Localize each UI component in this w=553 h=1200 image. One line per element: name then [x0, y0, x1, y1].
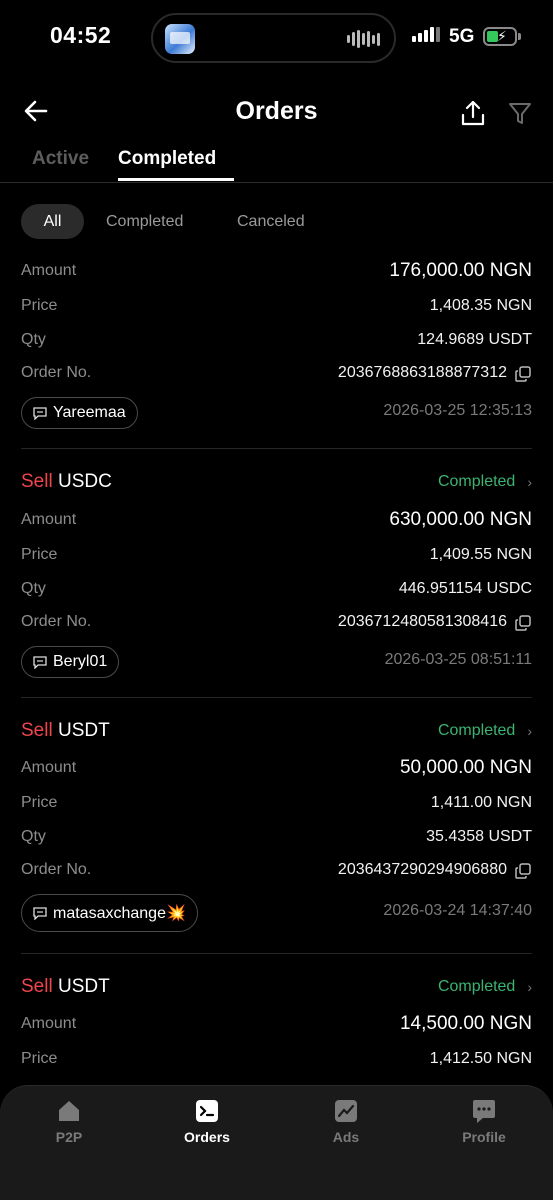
price-label: Price	[21, 1050, 58, 1067]
order-date: 2026-03-24 14:37:40	[383, 902, 532, 919]
bottom-nav: P2P Orders Ads Profile	[0, 1085, 553, 1200]
chevron-right-icon: ›	[527, 474, 532, 490]
nav-p2p[interactable]: P2P	[29, 1098, 109, 1145]
merchant-chat-button[interactable]: Yareemaa	[21, 397, 138, 429]
price-label: Price	[21, 546, 58, 563]
copy-icon[interactable]	[515, 366, 531, 382]
tab-underline	[118, 178, 234, 181]
copy-icon[interactable]	[515, 863, 531, 879]
order-amount: 630,000.00 NGN	[389, 509, 532, 530]
order-side[interactable]: Sell USDT	[21, 720, 110, 742]
ads-chart-icon	[335, 1100, 357, 1122]
chevron-right-icon: ›	[527, 979, 532, 995]
chat-icon	[33, 655, 47, 669]
merchant-name: matasaxchange💥	[53, 905, 186, 922]
tab-active[interactable]: Active	[32, 148, 89, 170]
qty-label: Qty	[21, 580, 46, 597]
tab-completed[interactable]: Completed	[118, 148, 216, 170]
order-no-label: Order No.	[21, 861, 92, 878]
side-label: Sell	[21, 471, 53, 492]
order-number: 2036768863188877312	[337, 364, 507, 381]
order-divider	[21, 448, 532, 449]
asset-label: USDT	[57, 976, 110, 997]
merchant-chat-button[interactable]: Beryl01	[21, 646, 120, 678]
profile-chat-icon	[473, 1100, 495, 1123]
status-label: Completed	[437, 473, 516, 490]
network-type: 5G	[449, 26, 475, 47]
dynamic-island[interactable]	[151, 13, 396, 63]
nav-label: Orders	[184, 1129, 230, 1145]
order-date: 2026-03-25 12:35:13	[383, 402, 532, 419]
order-status[interactable]: Completed ›	[438, 473, 532, 491]
merchant-name: Yareemaa	[53, 404, 126, 421]
order-qty: 35.4358 USDT	[426, 828, 532, 845]
filter-icon[interactable]	[507, 100, 533, 126]
order-status[interactable]: Completed ›	[438, 978, 532, 996]
audio-wave-icon	[347, 29, 380, 49]
nav-orders[interactable]: Orders	[167, 1098, 247, 1145]
order-status[interactable]: Completed ›	[438, 722, 532, 740]
order-price: 1,412.50 NGN	[429, 1050, 532, 1067]
qty-label: Qty	[21, 331, 46, 348]
amount-label: Amount	[21, 262, 77, 279]
order-side[interactable]: Sell USDC	[21, 471, 112, 493]
order-no-label: Order No.	[21, 613, 92, 630]
asset-label: USDC	[57, 471, 112, 492]
nav-profile[interactable]: Profile	[444, 1098, 524, 1145]
nav-ads[interactable]: Ads	[306, 1098, 386, 1145]
merchant-name: Beryl01	[53, 653, 108, 670]
price-label: Price	[21, 297, 58, 314]
order-amount: 50,000.00 NGN	[399, 757, 532, 778]
order-number: 2036712480581308416	[337, 613, 507, 630]
order-amount: 176,000.00 NGN	[389, 260, 532, 281]
merchant-chat-button[interactable]: matasaxchange💥	[21, 894, 198, 932]
asset-label: USDT	[57, 720, 110, 741]
orders-icon	[196, 1100, 218, 1122]
order-side[interactable]: Sell USDT	[21, 976, 110, 998]
order-no-label: Order No.	[21, 364, 92, 381]
qty-label: Qty	[21, 828, 46, 845]
chip-completed[interactable]: Completed	[106, 204, 183, 239]
header-divider	[0, 182, 553, 183]
order-price: 1,409.55 NGN	[429, 546, 532, 563]
chat-icon	[33, 406, 47, 420]
nav-label: Profile	[462, 1129, 506, 1145]
nav-label: Ads	[332, 1129, 360, 1145]
order-price: 1,411.00 NGN	[430, 794, 532, 811]
chip-canceled[interactable]: Canceled	[237, 204, 305, 239]
chat-icon	[33, 906, 47, 920]
battery-cap	[518, 33, 521, 40]
order-price: 1,408.35 NGN	[429, 297, 532, 314]
chevron-right-icon: ›	[527, 723, 532, 739]
battery-icon: ⚡	[483, 27, 517, 46]
status-time: 04:52	[50, 22, 112, 48]
copy-icon[interactable]	[515, 615, 531, 631]
order-amount: 14,500.00 NGN	[399, 1013, 532, 1034]
home-icon	[59, 1101, 79, 1121]
order-divider	[21, 697, 532, 698]
amount-label: Amount	[21, 1015, 77, 1032]
order-date: 2026-03-25 08:51:11	[384, 651, 532, 668]
order-qty: 446.951154 USDC	[398, 580, 532, 597]
chip-all[interactable]: All	[21, 204, 84, 239]
amount-label: Amount	[21, 511, 77, 528]
price-label: Price	[21, 794, 58, 811]
order-qty: 124.9689 USDT	[417, 331, 532, 348]
order-divider	[21, 953, 532, 954]
signal-icon	[412, 27, 440, 42]
export-icon[interactable]	[460, 99, 486, 127]
amount-label: Amount	[21, 759, 77, 776]
side-label: Sell	[21, 720, 53, 741]
order-number: 2036437290294906880	[337, 861, 507, 878]
live-activity-app-icon	[165, 24, 195, 54]
side-label: Sell	[21, 976, 53, 997]
status-label: Completed	[437, 978, 516, 995]
status-label: Completed	[437, 722, 516, 739]
nav-label: P2P	[55, 1129, 83, 1145]
